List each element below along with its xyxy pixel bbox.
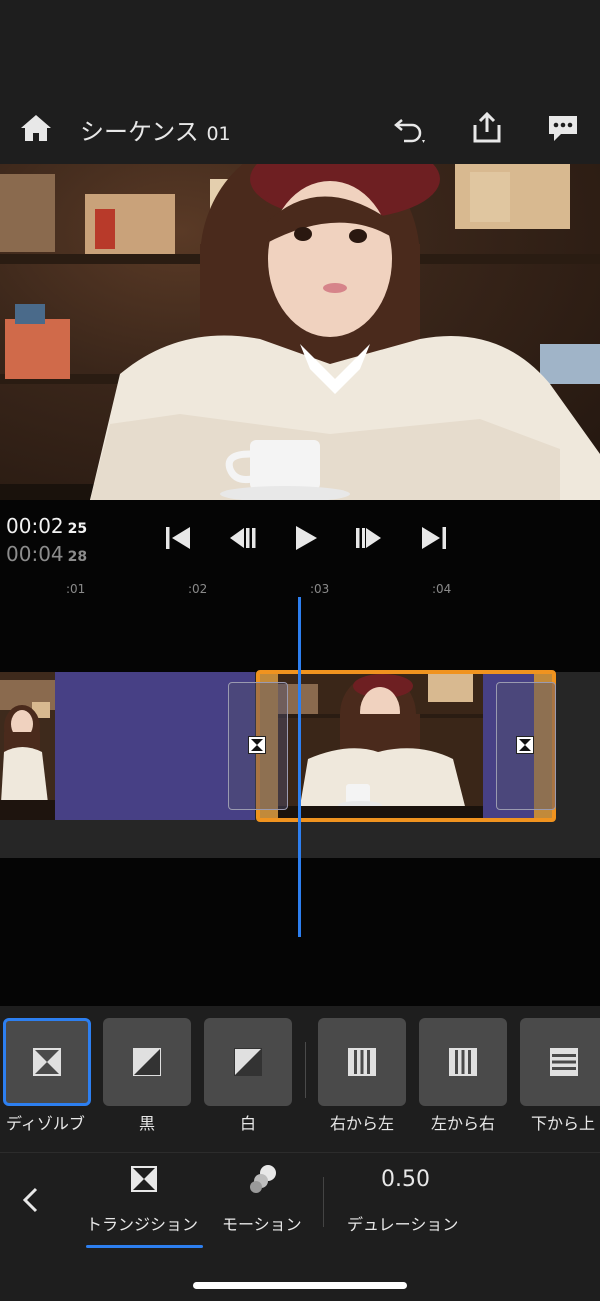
bottom-toolbar: トランジション モーション 0.50 デュレーション xyxy=(0,1152,600,1301)
toolbar-divider xyxy=(323,1177,324,1227)
home-icon[interactable] xyxy=(18,110,54,146)
playhead[interactable] xyxy=(298,597,301,937)
skip-to-start-icon[interactable] xyxy=(162,522,194,554)
undo-icon[interactable] xyxy=(392,110,428,146)
transition-label: 右から左 xyxy=(330,1114,395,1133)
comment-icon[interactable] xyxy=(545,110,581,146)
transition-label: 黒 xyxy=(139,1114,156,1133)
transition-right-to-left[interactable] xyxy=(318,1018,406,1106)
wipe-left-to-right-icon xyxy=(449,1048,477,1076)
transition-label: 白 xyxy=(240,1114,257,1133)
motion-icon xyxy=(250,1165,276,1193)
timeline[interactable]: :01 :02 :03 :04 xyxy=(0,570,600,1006)
wipe-bottom-to-top-icon xyxy=(550,1048,578,1076)
clip-2-thumbnail xyxy=(278,674,483,818)
motion-tab-label[interactable]: モーション xyxy=(222,1211,302,1235)
video-preview[interactable] xyxy=(0,164,600,500)
step-back-icon[interactable] xyxy=(226,522,258,554)
play-icon[interactable] xyxy=(290,522,322,554)
current-time: 00:02 xyxy=(6,514,64,538)
wipe-right-to-left-icon xyxy=(348,1048,376,1076)
sequence-name: シーケンス xyxy=(80,118,199,146)
transition-marker[interactable] xyxy=(228,682,288,810)
step-forward-icon[interactable] xyxy=(354,522,386,554)
active-tab-indicator xyxy=(86,1245,203,1248)
transition-dissolve[interactable] xyxy=(3,1018,91,1106)
sequence-number: 01 xyxy=(206,123,231,145)
dissolve-icon xyxy=(248,736,266,754)
duration-timecode: 00:04 28 xyxy=(6,542,87,566)
ruler-tick: :02 xyxy=(188,582,208,596)
transition-label: ディゾルブ xyxy=(6,1114,85,1133)
transition-bottom-to-top[interactable] xyxy=(520,1018,600,1106)
home-indicator xyxy=(193,1282,407,1289)
fade-white-icon xyxy=(234,1048,262,1076)
duration-value[interactable]: 0.50 xyxy=(381,1167,430,1192)
back-icon[interactable] xyxy=(18,1185,42,1215)
clip-1[interactable] xyxy=(55,672,255,820)
dissolve-icon xyxy=(516,736,534,754)
current-timecode: 00:02 25 xyxy=(6,514,87,538)
ruler-tick: :04 xyxy=(432,582,452,596)
transition-marker[interactable] xyxy=(496,682,556,810)
current-frames: 25 xyxy=(67,521,88,537)
app-header: シーケンス 01 xyxy=(0,90,600,164)
fade-black-icon xyxy=(133,1048,161,1076)
ruler-tick: :03 xyxy=(310,582,330,596)
transition-black[interactable] xyxy=(103,1018,191,1106)
duration-frames: 28 xyxy=(67,549,88,565)
transition-chooser: ディゾルブ 黒 白 右から左 左から右 下から上 xyxy=(0,1006,600,1152)
page-title: シーケンス 01 xyxy=(80,112,231,147)
duration-time: 00:04 xyxy=(6,542,64,566)
duration-label: デュレーション xyxy=(347,1215,459,1234)
clip-1-thumbnail[interactable] xyxy=(0,672,55,820)
transition-left-to-right[interactable] xyxy=(419,1018,507,1106)
skip-to-end-icon[interactable] xyxy=(418,522,450,554)
motion-tab[interactable] xyxy=(247,1163,279,1199)
chooser-divider xyxy=(305,1042,306,1098)
share-icon[interactable] xyxy=(469,110,505,146)
transition-white[interactable] xyxy=(204,1018,292,1106)
dissolve-icon xyxy=(131,1166,157,1192)
transition-label: 左から右 xyxy=(431,1114,496,1133)
transition-tab[interactable] xyxy=(130,1165,158,1197)
transition-tab-label[interactable]: トランジション xyxy=(86,1211,198,1235)
ruler-tick: :01 xyxy=(66,582,86,596)
dissolve-icon xyxy=(33,1048,61,1076)
transition-label: 下から上 xyxy=(531,1114,596,1133)
